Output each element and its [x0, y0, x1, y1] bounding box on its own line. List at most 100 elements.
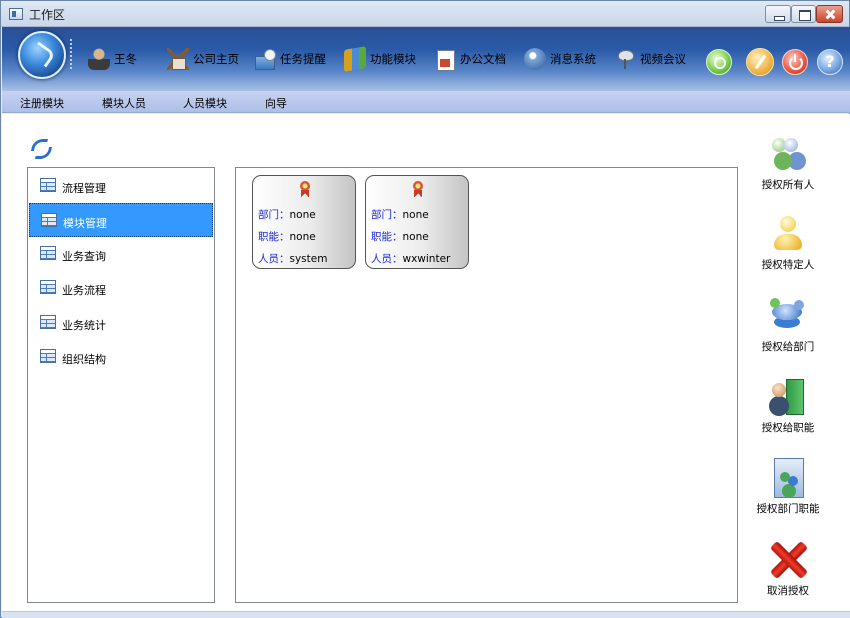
- card-person-value: wxwinter: [402, 253, 451, 265]
- logo-icon[interactable]: [18, 31, 66, 79]
- list-item-process-management[interactable]: 流程管理: [29, 169, 213, 203]
- window-title: 工作区: [29, 8, 66, 22]
- list-item-label: 模块管理: [63, 217, 107, 230]
- task-reminder-icon: [254, 48, 276, 70]
- department-role-icon: [768, 458, 808, 498]
- table-icon: [40, 280, 56, 294]
- main-toolbar: 王冬 公司主页 任务提醒 功能模块 办公文档 消息系统 视频会议 ?: [2, 27, 850, 91]
- window-bottom-border: [2, 611, 850, 618]
- award-icon: [298, 181, 312, 197]
- minimize-button[interactable]: [765, 5, 791, 23]
- authorize-department-role-button[interactable]: 授权部门职能: [748, 458, 828, 518]
- list-item-label: 流程管理: [62, 182, 106, 195]
- search-icon[interactable]: [706, 49, 732, 75]
- department-icon: [768, 296, 808, 336]
- award-icon: [411, 181, 425, 197]
- action-label: 授权部门职能: [756, 503, 820, 515]
- authorize-department-button[interactable]: 授权给部门: [748, 296, 828, 356]
- card-dept-key: 部门：: [258, 209, 290, 221]
- list-item-business-statistics[interactable]: 业务统计: [29, 306, 213, 340]
- list-item-organization-structure[interactable]: 组织结构: [29, 340, 213, 374]
- card-dept-key: 部门：: [371, 209, 403, 221]
- cancel-icon: [768, 540, 808, 580]
- authorization-panel: 部门：none 职能：none 人员：system 部门：none 职能：non…: [235, 167, 738, 603]
- menu-wizard[interactable]: 向导: [265, 95, 287, 111]
- title-bar[interactable]: 工作区: [1, 1, 849, 27]
- video-conference-icon: [614, 48, 636, 70]
- authorize-all-button[interactable]: 授权所有人: [748, 134, 828, 194]
- message-system-icon: [524, 48, 546, 70]
- message-system-label: 消息系统: [550, 52, 596, 66]
- card-role-value: none: [402, 231, 429, 243]
- card-person-row: 人员：wxwinter: [371, 251, 450, 266]
- help-icon[interactable]: ?: [817, 49, 843, 75]
- card-role-value: none: [289, 231, 316, 243]
- app-icon: [9, 8, 23, 20]
- menu-module-personnel[interactable]: 模块人员: [102, 95, 146, 111]
- specific-person-icon: [768, 214, 808, 254]
- card-person-key: 人员：: [258, 253, 290, 265]
- list-item-business-query[interactable]: 业务查询: [29, 237, 213, 271]
- close-button[interactable]: [816, 5, 843, 23]
- office-document-button[interactable]: 办公文档: [434, 27, 506, 91]
- action-label: 授权所有人: [761, 179, 815, 191]
- card-person-row: 人员：system: [258, 251, 327, 266]
- card-role-row: 职能：none: [258, 229, 316, 244]
- menu-register-module[interactable]: 注册模块: [20, 95, 64, 111]
- action-label: 授权给部门: [761, 341, 815, 353]
- list-item-label: 组织结构: [62, 353, 106, 366]
- card-dept-value: none: [402, 209, 429, 221]
- action-label: 授权给职能: [761, 422, 815, 434]
- card-dept-value: none: [289, 209, 316, 221]
- module-list: 流程管理 模块管理 业务查询 业务流程 业务统计 组织结构: [27, 167, 215, 603]
- menu-personnel-module[interactable]: 人员模块: [183, 95, 227, 111]
- all-people-icon: [768, 134, 808, 174]
- authorization-card[interactable]: 部门：none 职能：none 人员：system: [252, 175, 356, 269]
- office-document-icon: [434, 48, 456, 71]
- function-module-icon: [344, 46, 366, 72]
- message-system-button[interactable]: 消息系统: [524, 27, 596, 91]
- authorization-card[interactable]: 部门：none 职能：none 人员：wxwinter: [365, 175, 469, 269]
- authorize-role-button[interactable]: 授权给职能: [748, 377, 828, 437]
- list-item-label: 业务流程: [62, 284, 106, 297]
- action-label: 取消授权: [767, 585, 809, 597]
- office-document-label: 办公文档: [460, 52, 506, 66]
- list-item-module-management[interactable]: 模块管理: [29, 203, 213, 237]
- list-item-label: 业务查询: [62, 250, 106, 263]
- app-window: 工作区 王冬 公司主页 任务提醒 功能模块 办公文档 消息系统 视频会议 ? 注…: [0, 0, 850, 618]
- menu-bar: 注册模块 模块人员 人员模块 向导: [2, 91, 850, 113]
- content-area: 流程管理 模块管理 业务查询 业务流程 业务统计 组织结构 部门：none 职能…: [2, 114, 850, 611]
- power-icon[interactable]: [782, 49, 808, 75]
- table-icon: [40, 315, 56, 329]
- card-person-value: system: [289, 253, 328, 265]
- table-icon: [40, 349, 56, 363]
- card-dept-row: 部门：none: [258, 207, 316, 222]
- maximize-button[interactable]: [791, 5, 816, 23]
- card-role-row: 职能：none: [371, 229, 429, 244]
- refresh-icon[interactable]: [31, 139, 49, 157]
- authorize-specific-button[interactable]: 授权特定人: [748, 214, 828, 274]
- function-module-button[interactable]: 功能模块: [344, 27, 416, 91]
- theme-icon[interactable]: [746, 48, 774, 76]
- task-reminder-label: 任务提醒: [280, 52, 326, 66]
- user-icon: [88, 48, 110, 70]
- card-dept-row: 部门：none: [371, 207, 429, 222]
- company-home-label: 公司主页: [193, 52, 239, 66]
- video-conference-button[interactable]: 视频会议: [614, 27, 686, 91]
- table-icon: [41, 213, 57, 227]
- cancel-authorization-button[interactable]: 取消授权: [748, 540, 828, 600]
- user-name: 王冬: [114, 52, 137, 66]
- card-role-key: 职能：: [258, 231, 290, 243]
- card-person-key: 人员：: [371, 253, 403, 265]
- function-module-label: 功能模块: [370, 52, 416, 66]
- toolbar-separator: [70, 39, 72, 69]
- table-icon: [40, 178, 56, 192]
- home-icon: [167, 48, 189, 70]
- user-button[interactable]: 王冬: [88, 27, 137, 91]
- table-icon: [40, 246, 56, 260]
- company-home-button[interactable]: 公司主页: [167, 27, 239, 91]
- card-role-key: 职能：: [371, 231, 403, 243]
- video-conference-label: 视频会议: [640, 52, 686, 66]
- list-item-business-process[interactable]: 业务流程: [29, 271, 213, 305]
- task-reminder-button[interactable]: 任务提醒: [254, 27, 326, 91]
